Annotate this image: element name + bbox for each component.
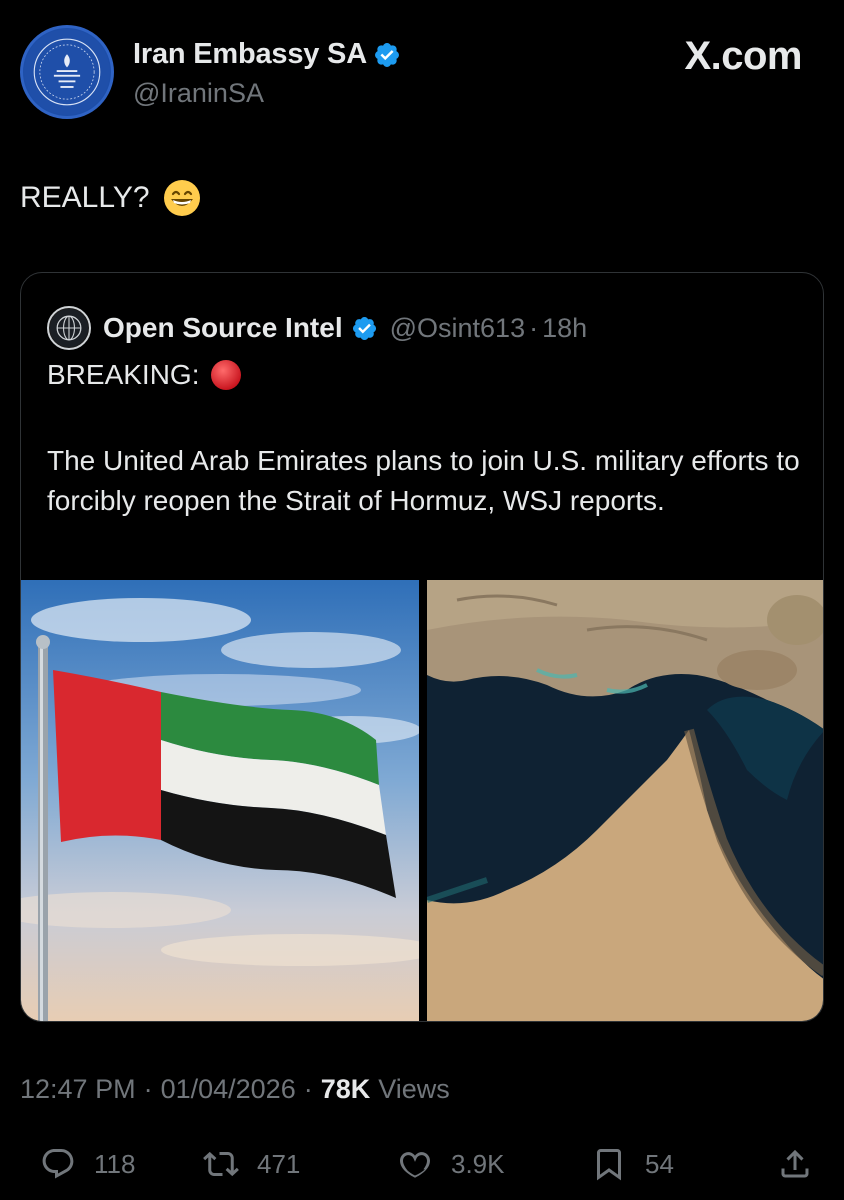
repost-button[interactable]: 471 bbox=[203, 1146, 300, 1182]
verified-badge-icon bbox=[374, 42, 399, 67]
quoted-separator: · bbox=[529, 312, 539, 343]
bookmark-button[interactable]: 54 bbox=[591, 1146, 674, 1182]
bookmark-count: 54 bbox=[645, 1148, 674, 1179]
author-handle[interactable]: @IraninSA bbox=[133, 78, 264, 109]
quoted-author-display-name[interactable]: Open Source Intel bbox=[103, 312, 343, 344]
brand-watermark: X.com bbox=[684, 34, 802, 78]
grinning-face-emoji-icon bbox=[163, 180, 200, 216]
reply-count: 118 bbox=[94, 1148, 136, 1179]
quoted-timestamp[interactable]: 18h bbox=[542, 313, 587, 344]
meta-separator: · bbox=[143, 1074, 153, 1104]
quoted-tweet-header: Open Source Intel @Osint613 · 18h bbox=[47, 306, 587, 350]
quoted-media-grid bbox=[21, 580, 823, 1021]
views-count: 78K bbox=[320, 1074, 371, 1104]
share-icon bbox=[781, 1149, 809, 1178]
heart-icon bbox=[400, 1152, 430, 1178]
tweet-date[interactable]: 01/04/2026 bbox=[161, 1074, 296, 1105]
verified-badge-icon bbox=[352, 316, 376, 340]
meta-separator: · bbox=[303, 1074, 313, 1104]
embassy-seal-icon bbox=[23, 28, 111, 116]
quoted-tweet-body: The United Arab Emirates plans to join U… bbox=[47, 445, 800, 516]
tweet-header: Iran Embassy SA @IraninSA X.com bbox=[0, 0, 844, 150]
tweet-time[interactable]: 12:47 PM bbox=[20, 1074, 136, 1105]
quoted-author-avatar[interactable] bbox=[47, 306, 91, 350]
author-name-row: Iran Embassy SA bbox=[133, 38, 401, 71]
quoted-breaking-line: BREAKING: bbox=[47, 358, 243, 392]
osint-globe-icon bbox=[49, 308, 89, 348]
breaking-label: BREAKING: bbox=[47, 359, 200, 390]
quoted-tweet-card[interactable]: Open Source Intel @Osint613 · 18h BREAKI… bbox=[20, 272, 824, 1022]
strait-of-hormuz-satellite-image[interactable] bbox=[427, 580, 823, 1021]
tweet-meta: 12:47 PM · 01/04/2026 · 78K Views bbox=[20, 1074, 450, 1105]
views-label: Views bbox=[378, 1074, 450, 1104]
tweet-text-content: REALLY? bbox=[20, 181, 150, 214]
reply-button[interactable]: 118 bbox=[40, 1146, 135, 1182]
quoted-author-handle[interactable]: @Osint613 bbox=[390, 313, 525, 344]
red-circle-emoji-icon bbox=[211, 360, 242, 390]
repost-count: 471 bbox=[257, 1148, 301, 1179]
author-avatar[interactable] bbox=[20, 25, 114, 119]
tweet-action-bar: 118 471 3.9K 54 bbox=[0, 1140, 844, 1194]
tweet-text: REALLY? bbox=[20, 178, 202, 218]
reply-icon bbox=[42, 1149, 74, 1179]
uae-flag-image[interactable] bbox=[21, 580, 419, 1021]
share-button[interactable] bbox=[777, 1146, 813, 1182]
repost-icon bbox=[203, 1151, 239, 1177]
like-button[interactable]: 3.9K bbox=[397, 1146, 505, 1182]
like-count: 3.9K bbox=[451, 1148, 505, 1179]
bookmark-icon bbox=[597, 1149, 621, 1181]
author-display-name[interactable]: Iran Embassy SA bbox=[133, 38, 367, 71]
